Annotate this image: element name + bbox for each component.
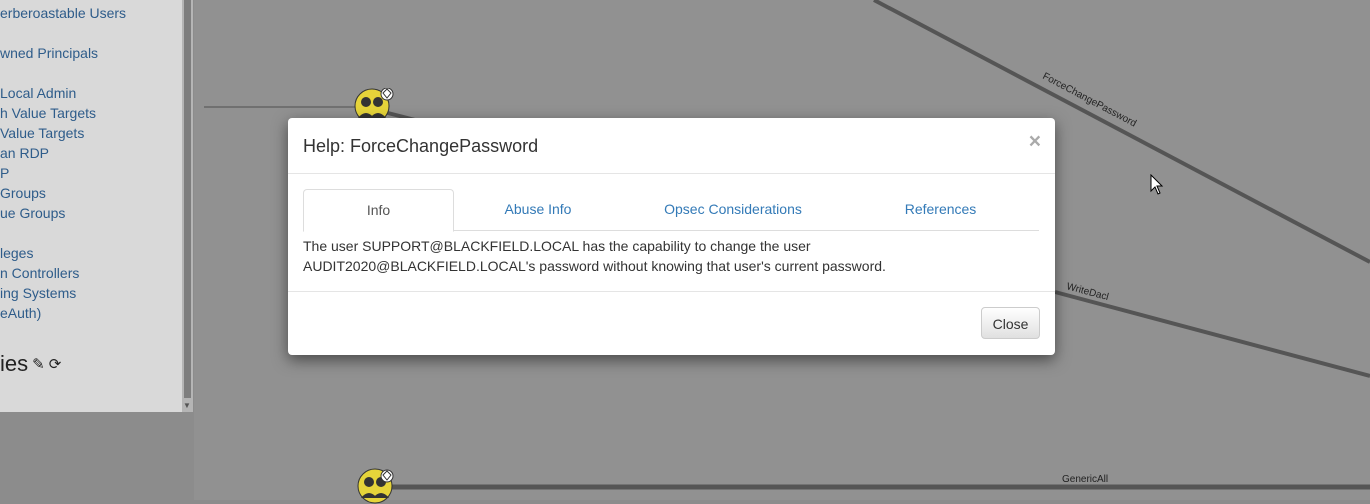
help-modal: Help: ForceChangePassword × Info Abuse I… [288, 118, 1055, 355]
close-icon[interactable]: × [1029, 130, 1041, 154]
modal-title: Help: ForceChangePassword [303, 136, 539, 156]
tab-abuse-info[interactable]: Abuse Info [468, 189, 608, 229]
tab-opsec-considerations[interactable]: Opsec Considerations [643, 189, 823, 229]
tab-references[interactable]: References [883, 189, 998, 229]
modal-tabs: Info Abuse Info Opsec Considerations Ref… [303, 189, 1039, 232]
modal-footer: Close [288, 291, 1055, 356]
tab-content-info: The user SUPPORT@BLACKFIELD.LOCAL has th… [303, 238, 886, 274]
close-button[interactable]: Close [981, 307, 1040, 339]
modal-header: Help: ForceChangePassword × [288, 118, 1055, 174]
mouse-cursor-icon [1150, 173, 1164, 201]
tab-info[interactable]: Info [303, 189, 454, 232]
